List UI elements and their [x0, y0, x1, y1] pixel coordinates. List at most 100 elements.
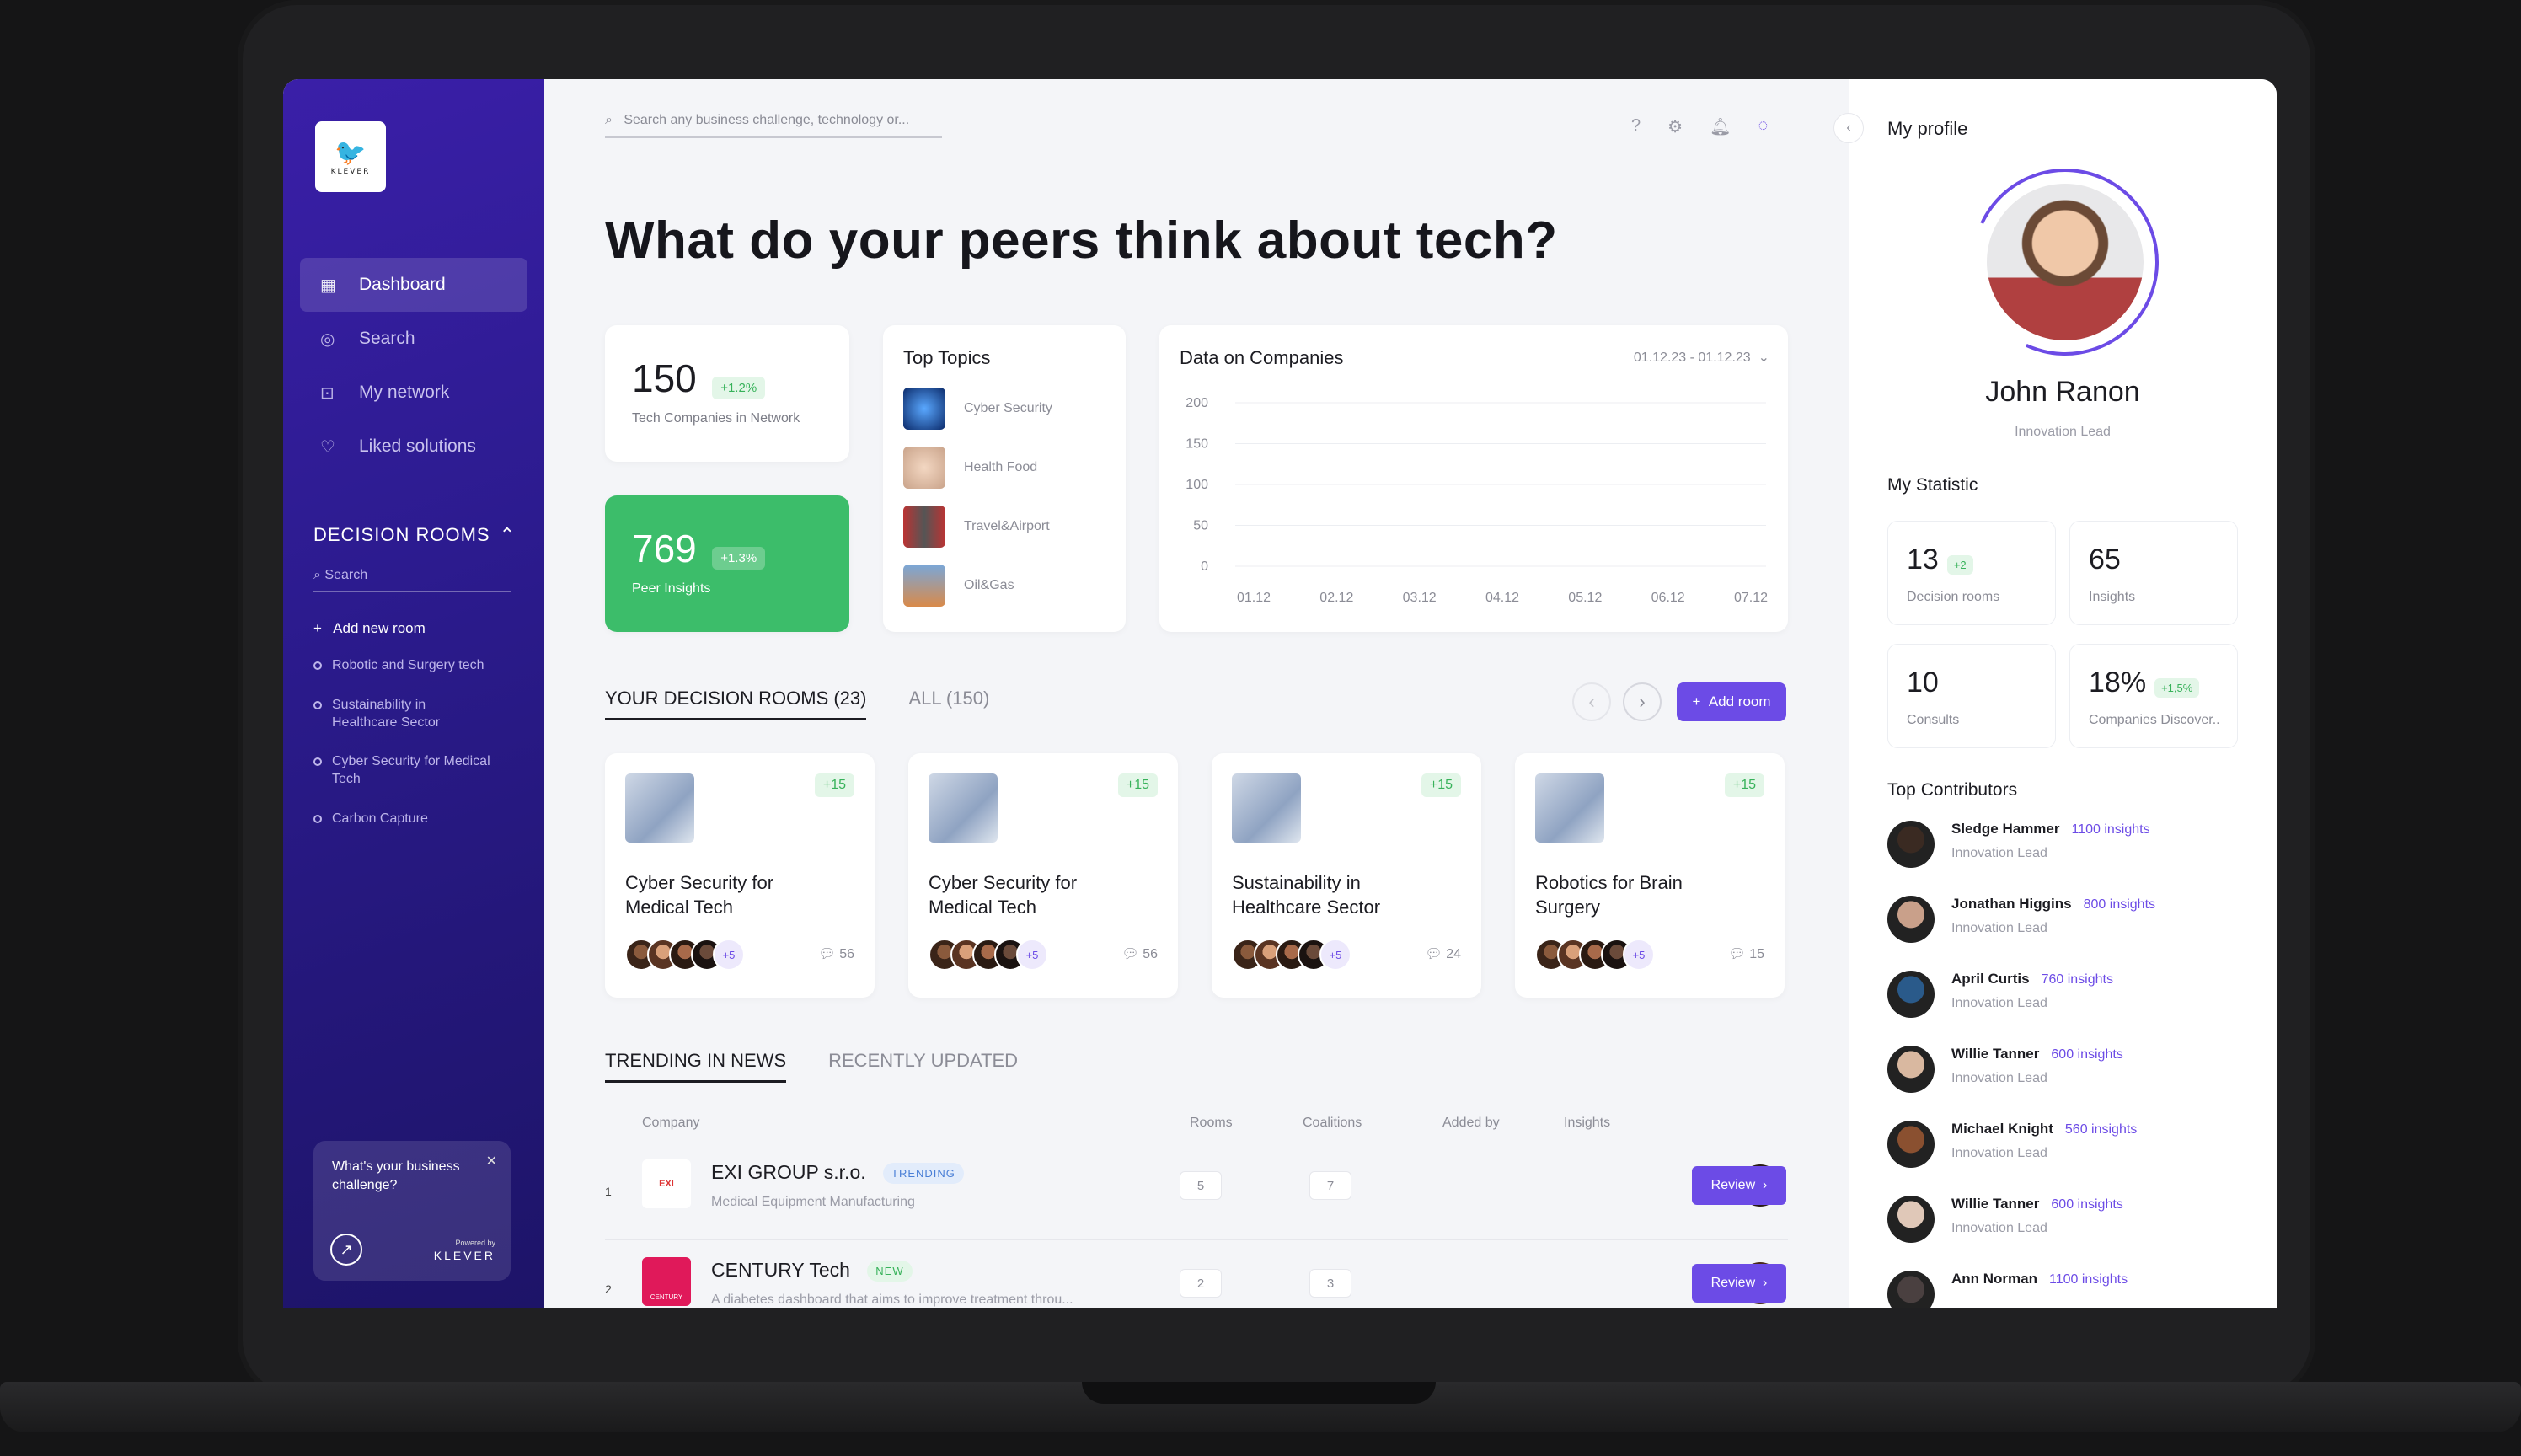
contributor-avatar: [1887, 1046, 1935, 1093]
contributor-insights[interactable]: 760 insights: [2042, 972, 2113, 987]
tab-trending-in-news[interactable]: TRENDING IN NEWS: [605, 1050, 787, 1083]
comment-icon: 💬︎: [1121, 947, 1143, 961]
room-list-item[interactable]: Sustainability in Healthcare Sector: [313, 697, 524, 732]
contributor-item[interactable]: Jonathan Higgins 800 insights Innovation …: [1887, 896, 2155, 943]
contributor-role: Innovation Lead: [1951, 1071, 2047, 1085]
topic-item[interactable]: Cyber Security: [903, 379, 1105, 438]
insights-delta: +1.3%: [712, 547, 766, 570]
gear-icon[interactable]: ⚙: [1667, 116, 1683, 137]
add-new-room-link[interactable]: + Add new room: [313, 620, 426, 637]
contributor-insights[interactable]: 560 insights: [2065, 1122, 2137, 1137]
global-search-input[interactable]: ⌕ Search any business challenge, technol…: [605, 113, 942, 138]
contributor-avatar: [1887, 821, 1935, 868]
bullet-icon: [313, 757, 322, 767]
rooms-search-input[interactable]: ⌕ Search: [313, 568, 511, 592]
contributor-item[interactable]: Sledge Hammer 1100 insights Innovation Le…: [1887, 821, 2150, 868]
chat-icon[interactable]: ◌: [1758, 116, 1768, 137]
column-header-company: Company: [642, 1116, 700, 1130]
room-list-item[interactable]: Carbon Capture: [313, 811, 524, 828]
contributor-insights[interactable]: 1100 insights: [2072, 822, 2150, 837]
help-icon[interactable]: ?: [1631, 116, 1641, 137]
company-name-cell[interactable]: EXI GROUP s.r.o. TRENDING: [711, 1161, 964, 1185]
travel-airport-thumb: [903, 506, 945, 548]
status-badge: NEW: [867, 1261, 913, 1282]
promo-text: What's your business challenge?: [332, 1159, 460, 1192]
contributor-insights[interactable]: 800 insights: [2084, 897, 2155, 912]
stat-delta: +2: [1946, 555, 1973, 575]
contributor-insights[interactable]: 1100 insights: [2049, 1272, 2128, 1287]
coalitions-count: 7: [1309, 1171, 1351, 1200]
nav-liked-solutions[interactable]: ♡ Liked solutions: [300, 420, 527, 474]
review-button[interactable]: Review ›: [1692, 1166, 1786, 1205]
contributor-insights[interactable]: 600 insights: [2051, 1047, 2122, 1062]
company-logo: EXI: [642, 1159, 691, 1208]
nav-my-network[interactable]: ⊡ My network: [300, 366, 527, 420]
search-icon: ⌕: [605, 113, 620, 127]
contributor-item[interactable]: Willie Tanner 600 insights Innovation Lea…: [1887, 1196, 2123, 1243]
room-list: Robotic and Surgery tech Sustainability …: [313, 657, 524, 850]
more-members-count: +5: [1319, 939, 1351, 971]
decision-room-card[interactable]: +15 Sustainability in Healthcare Sector …: [1212, 753, 1481, 998]
app-screen: 🐦 KLEVER ▦ Dashboard ◎ Search ⊡ My netwo…: [283, 79, 2277, 1308]
contributor-item[interactable]: April Curtis 760 insights Innovation Lead: [1887, 971, 2113, 1018]
x-tick-label: 04.12: [1485, 591, 1519, 605]
insights-stat-card: 769 +1.3% Peer Insights: [605, 495, 849, 632]
contributor-role: Innovation Lead: [1951, 1221, 2047, 1235]
close-icon[interactable]: ✕: [486, 1153, 497, 1171]
nav-label: Liked solutions: [359, 436, 476, 456]
room-name: Carbon Capture: [332, 811, 428, 826]
room-list-item[interactable]: Robotic and Surgery tech: [313, 657, 524, 675]
tab-recently-updated[interactable]: RECENTLY UPDATED: [828, 1050, 1018, 1083]
contributor-name: Michael Knight: [1951, 1121, 2053, 1137]
x-tick-label: 03.12: [1403, 591, 1437, 605]
room-list-item[interactable]: Cyber Security for Medical Tech: [313, 753, 524, 789]
bullet-icon: [313, 661, 322, 670]
contributor-role: Innovation Lead: [1951, 921, 2047, 935]
x-tick-label: 05.12: [1568, 591, 1602, 605]
decision-room-card[interactable]: +15 Cyber Security for Medical Tech +5 💬…: [908, 753, 1178, 998]
nav-search[interactable]: ◎ Search: [300, 312, 527, 366]
app-logo[interactable]: 🐦 KLEVER: [315, 121, 386, 192]
review-button[interactable]: Review ›: [1692, 1264, 1786, 1303]
contributor-item[interactable]: Willie Tanner 600 insights Innovation Lea…: [1887, 1046, 2123, 1093]
next-page-button[interactable]: ›: [1623, 682, 1662, 721]
contributor-item[interactable]: Michael Knight 560 insights Innovation Le…: [1887, 1121, 2137, 1168]
decision-rooms-header[interactable]: DECISION ROOMS ⌃: [313, 524, 516, 546]
decision-room-card[interactable]: +15 Cyber Security for Medical Tech +5 💬…: [605, 753, 875, 998]
prev-page-button[interactable]: ‹: [1572, 682, 1611, 721]
table-row[interactable]: 1 EXI EXI GROUP s.r.o. TRENDING Medical …: [605, 1143, 1919, 1240]
collapse-panel-button[interactable]: ‹: [1833, 113, 1864, 143]
stat-companies-discovered: 18% +1,5% Companies Discover...: [2069, 644, 2238, 748]
powered-by-brand: KLEVER: [433, 1249, 495, 1263]
bird-logo-icon: 🐦: [335, 138, 367, 167]
contributor-item[interactable]: Ann Norman 1100 insights: [1887, 1271, 2128, 1308]
stat-decision-rooms: 13 +2 Decision rooms: [1887, 521, 2056, 625]
room-members: +5: [625, 939, 745, 971]
decision-room-card[interactable]: +15 Robotics for Brain Surgery +5 💬︎ 15: [1515, 753, 1785, 998]
dashboard-icon: ▦: [320, 276, 336, 295]
chevron-up-icon[interactable]: ⌃: [500, 524, 516, 546]
profile-avatar[interactable]: [1987, 184, 2144, 340]
profile-panel: My profile John Ranon Innovation Lead My…: [1849, 79, 2277, 1308]
more-members-count: +5: [1016, 939, 1048, 971]
topic-item[interactable]: Health Food: [903, 438, 1105, 497]
table-row[interactable]: 2 CENTURY CENTURY Tech NEW A diabetes da…: [605, 1240, 1919, 1308]
tab-your-decision-rooms[interactable]: YOUR DECISION ROOMS (23): [605, 688, 867, 720]
bell-icon[interactable]: 🔔︎: [1710, 116, 1731, 137]
nav-dashboard[interactable]: ▦ Dashboard: [300, 258, 527, 312]
add-room-label: Add room: [1708, 693, 1771, 709]
powered-by-label: Powered by: [455, 1238, 495, 1247]
contributor-insights[interactable]: 600 insights: [2051, 1197, 2122, 1212]
tab-all-rooms[interactable]: ALL (150): [908, 688, 989, 720]
topic-item[interactable]: Oil&Gas: [903, 556, 1105, 615]
more-members-count: +5: [713, 939, 745, 971]
news-tabs: TRENDING IN NEWS RECENTLY UPDATED: [605, 1050, 1018, 1083]
company-name-cell[interactable]: CENTURY Tech NEW: [711, 1259, 913, 1282]
arrow-up-right-icon[interactable]: ↗: [330, 1234, 362, 1266]
comments-value: 15: [1749, 947, 1764, 961]
company-logo-text: CENTURY: [650, 1293, 683, 1301]
room-title: Cyber Security for Medical Tech: [625, 872, 774, 918]
topic-item[interactable]: Travel&Airport: [903, 497, 1105, 556]
x-tick-label: 07.12: [1734, 591, 1768, 605]
add-room-button[interactable]: + Add room: [1677, 682, 1786, 721]
